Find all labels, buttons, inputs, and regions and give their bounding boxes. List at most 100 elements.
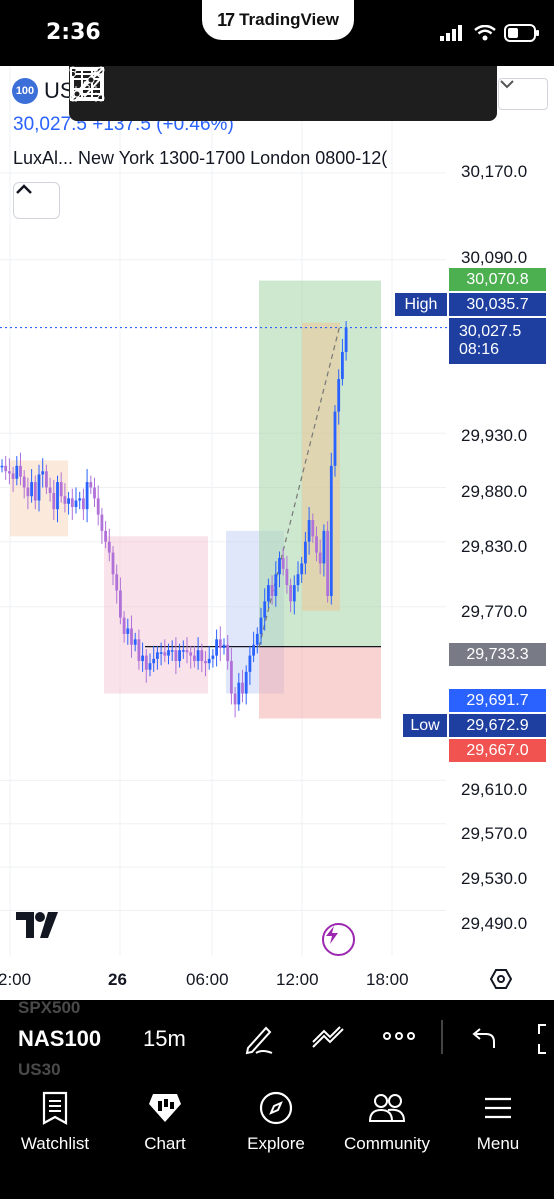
candle-body (104, 530, 107, 542)
blue-price-tag: 29,691.7 (449, 689, 546, 712)
nav-watchlist[interactable]: Watchlist (14, 1088, 96, 1154)
candle-body (244, 671, 248, 694)
candle-body (11, 473, 15, 479)
candle-body (170, 650, 174, 652)
wifi-icon (474, 25, 496, 41)
candle-body (45, 471, 48, 488)
candle-body (226, 644, 230, 662)
grid-tool-icon[interactable] (70, 66, 327, 121)
candle-body (241, 682, 244, 694)
candle-body (133, 639, 137, 645)
candle-body (307, 520, 311, 542)
chart-canvas[interactable]: 100 US 30,027.5 +137.5 (+0.46%) LuxAl...… (0, 66, 554, 1000)
bar-countdown: 08:16 (459, 341, 500, 358)
more-icon[interactable] (382, 1026, 416, 1051)
nav-label: Explore (247, 1134, 305, 1153)
undo-icon[interactable] (468, 1022, 498, 1061)
candle-body (63, 496, 67, 504)
candle-body (263, 601, 267, 618)
candle-body (344, 327, 348, 352)
symbol-badge: 100 (12, 78, 38, 104)
fullscreen-icon[interactable] (534, 1022, 554, 1061)
candle-body (33, 482, 37, 501)
candle-body (255, 633, 259, 645)
tradingview-brand: TradingView (239, 10, 339, 29)
candle-body (85, 482, 89, 510)
status-bar: 2:36 17 TradingView (0, 0, 554, 66)
candle-body (0, 465, 4, 468)
candle-body (100, 514, 104, 531)
high-label: High (395, 293, 447, 316)
candle-body (215, 639, 218, 656)
nav-chart[interactable]: Chart (130, 1088, 200, 1154)
indicator-legend[interactable]: LuxAl... New York 1300-1700 London 0800-… (13, 148, 443, 169)
bottom-navigation: Watchlist Chart Explore Community Menu (0, 1082, 554, 1199)
target-price-tag: 30,070.8 (449, 268, 546, 291)
candle-body (318, 552, 322, 564)
candle-body (37, 474, 41, 501)
candle-body (270, 585, 274, 596)
next-symbol[interactable]: US30 (18, 1060, 61, 1080)
candle-body (30, 482, 33, 497)
chevron-up-icon (16, 184, 32, 194)
candle-body (267, 585, 270, 602)
symbol-switcher[interactable]: SPX500 NAS100 US30 15m (0, 998, 554, 1082)
candle-body (233, 693, 237, 705)
candle-body (278, 557, 281, 575)
current-symbol[interactable]: NAS100 (18, 1026, 101, 1052)
position-stop-zone (259, 646, 381, 719)
brush-icon[interactable] (71, 66, 439, 121)
candle-body (167, 650, 170, 656)
trend-line-icon[interactable] (70, 66, 383, 121)
prev-symbol[interactable]: SPX500 (18, 998, 80, 1018)
candle-body (207, 658, 211, 664)
candle-body (230, 661, 233, 694)
candle-body (130, 628, 133, 645)
drawing-tools-icon[interactable] (310, 1022, 346, 1061)
candle-body (326, 530, 329, 596)
rectangle-tool-icon[interactable] (69, 66, 159, 121)
lightning-icon[interactable] (322, 923, 355, 956)
horizontal-line-s-icon[interactable]: S (70, 66, 271, 121)
time-tick: 18:00 (366, 970, 409, 989)
candle-body (315, 536, 318, 553)
chart-svg[interactable] (0, 66, 554, 1000)
horizontal-line-l-icon[interactable]: L (70, 66, 215, 121)
nav-label: Community (344, 1134, 430, 1153)
candle-body (126, 628, 130, 634)
collapse-legend-button[interactable] (13, 182, 60, 219)
ray-line-icon[interactable] (71, 66, 495, 121)
candle-body (185, 650, 189, 653)
tradingview-logo-icon: 17 (217, 9, 235, 30)
candle-body (218, 639, 222, 649)
candle-body (300, 563, 304, 575)
drawing-toolbar: ⋮⋮ L S (66, 66, 497, 121)
status-clock: 2:36 (46, 20, 101, 45)
last-price: 30,027.5 (459, 323, 522, 340)
candle-body (141, 655, 144, 662)
candle-body (322, 530, 326, 564)
candle-body (41, 471, 45, 475)
nav-community[interactable]: Community (338, 1088, 436, 1154)
nav-label: Watchlist (20, 1134, 90, 1153)
chevron-down-icon[interactable] (498, 78, 548, 110)
candle-body (178, 650, 181, 662)
price-tick: 29,880.0 (461, 482, 528, 501)
time-tick: 26 (108, 970, 127, 989)
candle-body (259, 617, 263, 634)
time-tick: 2:00 (0, 970, 32, 989)
candle-body (67, 498, 70, 504)
tradingview-pill[interactable]: 17 TradingView (202, 0, 354, 40)
interval-selector[interactable]: 15m (143, 1026, 186, 1052)
signal-icon (440, 25, 462, 41)
candle-body (304, 541, 307, 564)
pen-icon[interactable] (242, 1022, 276, 1061)
candle-body (26, 487, 30, 497)
price-tick: 29,930.0 (461, 426, 528, 445)
candle-body (248, 655, 252, 672)
candle-body (111, 552, 115, 575)
candle-body (52, 492, 56, 510)
nav-menu[interactable]: Menu (468, 1088, 528, 1154)
nav-label: Menu (476, 1134, 520, 1153)
nav-explore[interactable]: Explore (240, 1088, 312, 1154)
